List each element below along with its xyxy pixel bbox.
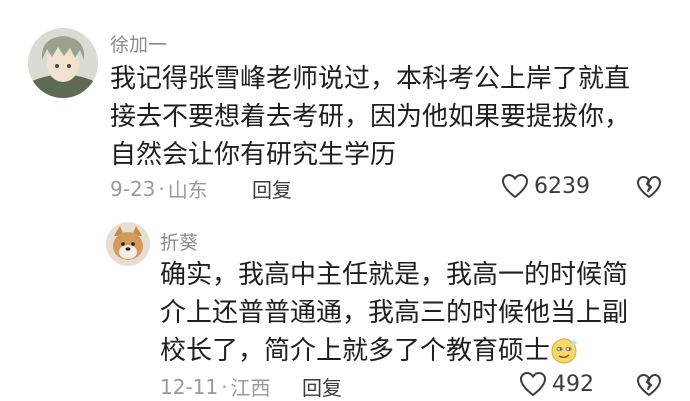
meta-separator: · bbox=[221, 374, 228, 399]
heart-icon bbox=[519, 371, 547, 397]
heart-icon bbox=[501, 173, 529, 199]
comment-date: 12-11 bbox=[160, 374, 219, 399]
like-count: 6239 bbox=[534, 173, 590, 199]
smirk-emoji-icon bbox=[550, 335, 580, 365]
avatar[interactable] bbox=[28, 28, 98, 98]
comment-text: 我记得张雪峰老师说过，本科考公上岸了就直 接去不要想着去考研，因为他如果要提拔你… bbox=[110, 60, 680, 174]
shiba-dog-avatar-icon bbox=[106, 222, 150, 266]
comment-line-2: 接去不要想着去考研，因为他如果要提拔你， bbox=[110, 102, 631, 132]
dislike-button[interactable] bbox=[636, 174, 662, 200]
comment-2: 折葵 确实，我高中主任就是，我高一的时候简 介上还普普通通，我高三的时候他当上副… bbox=[0, 210, 690, 400]
like-count: 492 bbox=[552, 371, 594, 397]
like-button[interactable]: 492 bbox=[518, 370, 594, 398]
avatar[interactable] bbox=[106, 222, 150, 266]
username[interactable]: 徐加一 bbox=[110, 30, 167, 57]
anime-boy-avatar-icon bbox=[28, 28, 98, 98]
broken-heart-icon bbox=[637, 176, 661, 198]
broken-heart-icon bbox=[637, 374, 661, 396]
comment-date: 9-23 bbox=[110, 176, 156, 201]
comment-text: 确实，我高中主任就是，我高一的时候简 介上还普普通通，我高三的时候他当上副 校长… bbox=[160, 256, 680, 370]
comment-line-2: 介上还普普通通，我高三的时候他当上副 bbox=[160, 298, 629, 328]
comment-meta: 12-11 · 江西 bbox=[160, 372, 270, 401]
meta-separator: · bbox=[158, 176, 165, 201]
comment-1: 徐加一 我记得张雪峰老师说过，本科考公上岸了就直 接去不要想着去考研，因为他如果… bbox=[0, 0, 690, 210]
comment-line-3: 校长了，简介上就多了个教育硕士 bbox=[160, 332, 680, 370]
comment-location: 江西 bbox=[230, 376, 271, 400]
username[interactable]: 折葵 bbox=[160, 228, 198, 255]
like-button[interactable]: 6239 bbox=[500, 172, 590, 200]
comment-line-1: 我记得张雪峰老师说过，本科考公上岸了就直 bbox=[110, 64, 631, 94]
comment-location: 山东 bbox=[167, 178, 208, 202]
reply-button[interactable]: 回复 bbox=[302, 372, 342, 401]
comment-meta: 9-23 · 山东 bbox=[110, 174, 208, 203]
comment-line-3: 自然会让你有研究生学历 bbox=[110, 140, 397, 170]
comment-line-3-text: 校长了，简介上就多了个教育硕士 bbox=[160, 336, 551, 366]
comment-line-1: 确实，我高中主任就是，我高一的时候简 bbox=[160, 260, 629, 290]
reply-button[interactable]: 回复 bbox=[252, 174, 292, 203]
dislike-button[interactable] bbox=[636, 372, 662, 398]
